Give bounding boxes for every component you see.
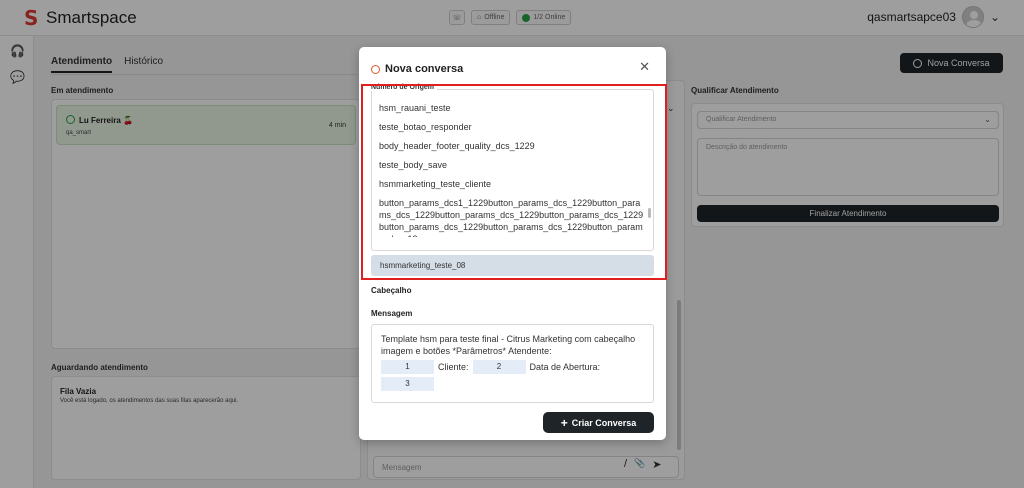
close-icon[interactable]: ✕ xyxy=(639,59,650,75)
message-preview: Template hsm para teste final - Citrus M… xyxy=(371,324,654,403)
whatsapp-icon xyxy=(371,64,380,74)
param-field-2[interactable]: 2 xyxy=(472,360,526,374)
highlight-box xyxy=(361,84,667,280)
cliente-label: Cliente: xyxy=(438,362,469,372)
param-field-1[interactable]: 1 xyxy=(381,360,434,374)
data-abertura-label: Data de Abertura: xyxy=(529,362,601,372)
message-text: Template hsm para teste final - Citrus M… xyxy=(381,334,636,356)
create-conversation-label: Criar Conversa xyxy=(571,417,637,428)
plus-icon: + xyxy=(560,415,568,430)
param-row: 1 Cliente: 2 Data de Abertura: xyxy=(381,360,644,374)
modal-title: Nova conversa xyxy=(385,63,464,75)
modal-header: Nova conversa xyxy=(371,63,463,75)
header-label: Cabeçalho xyxy=(371,286,412,295)
create-conversation-button[interactable]: + Criar Conversa xyxy=(543,412,654,433)
param-row: 3 xyxy=(381,377,644,391)
message-label: Mensagem xyxy=(371,309,413,318)
param-field-3[interactable]: 3 xyxy=(381,377,434,391)
